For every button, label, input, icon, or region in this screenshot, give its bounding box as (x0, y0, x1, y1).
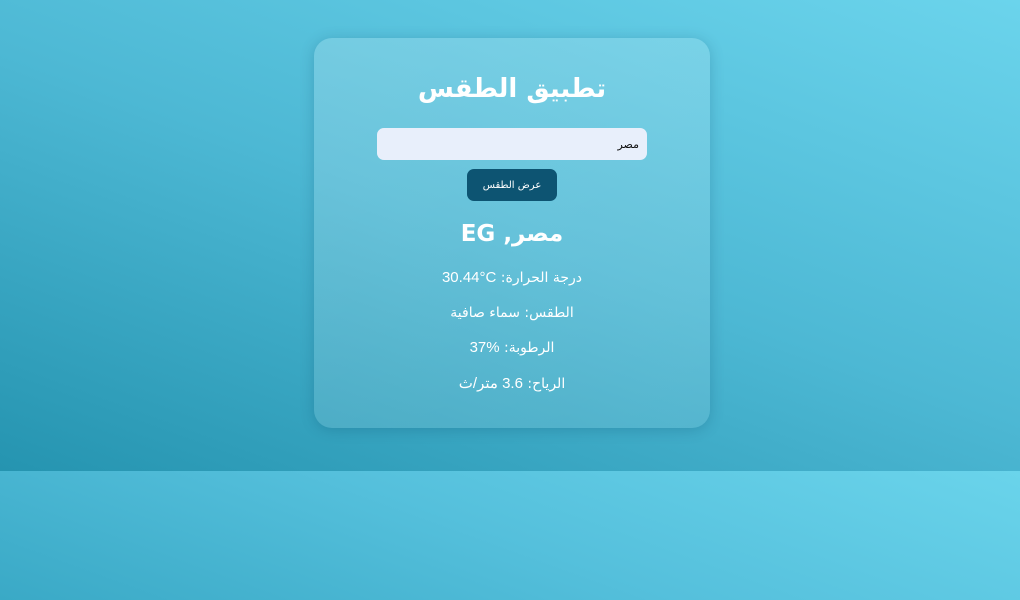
wind-label: الرياح: (527, 376, 566, 392)
temperature-value: 30.44°C (441, 269, 497, 286)
temperature-row: درجة الحرارة: 30.44°C (314, 268, 710, 288)
humidity-row: الرطوبة: 37% (314, 338, 710, 358)
wind-row: الرياح: 3.6 متر/ث (314, 374, 710, 394)
location-title: مصر, EG (460, 221, 564, 247)
city-search-input[interactable] (377, 128, 647, 160)
weather-label: الطقس: (524, 305, 574, 321)
humidity-label: الرطوبة: (504, 340, 555, 356)
weather-row: الطقس: سماء صافية (314, 303, 710, 323)
app-title: تطبيق الطقس (417, 74, 607, 104)
weather-value: سماء صافية (450, 305, 520, 321)
humidity-value: 37% (469, 339, 500, 356)
wind-value: 3.6 متر/ث (458, 375, 523, 392)
temperature-label: درجة الحرارة: (500, 270, 583, 286)
page-background-lower (0, 471, 1020, 600)
show-weather-button[interactable]: عرض الطقس (467, 169, 557, 201)
weather-card: تطبيق الطقس عرض الطقس مصر, EG درجة الحرا… (314, 38, 710, 428)
